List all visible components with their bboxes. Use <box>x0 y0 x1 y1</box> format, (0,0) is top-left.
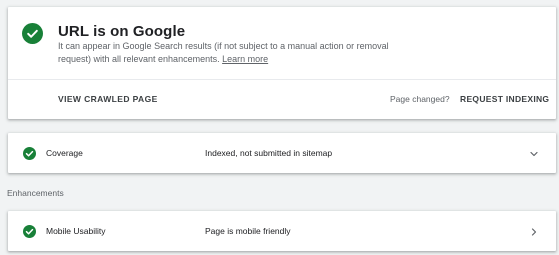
check-circle-icon <box>23 147 36 160</box>
learn-more-link[interactable]: Learn more <box>222 54 268 64</box>
chevron-down-icon[interactable] <box>528 147 540 159</box>
status-description: It can appear in Google Search results (… <box>58 40 418 66</box>
mobile-usability-row[interactable]: Mobile Usability Page is mobile friendly <box>8 211 556 251</box>
coverage-label: Coverage <box>46 148 83 158</box>
check-circle-icon <box>22 23 43 44</box>
request-indexing-button[interactable]: REQUEST INDEXING <box>460 94 549 104</box>
chevron-right-icon[interactable] <box>528 225 540 237</box>
view-crawled-page-button[interactable]: VIEW CRAWLED PAGE <box>58 94 158 104</box>
coverage-value: Indexed, not submitted in sitemap <box>205 148 333 158</box>
mobile-usability-value: Page is mobile friendly <box>205 226 291 236</box>
page-changed-label: Page changed? <box>390 94 450 104</box>
check-circle-icon <box>23 225 36 238</box>
url-status-card: URL is on Google It can appear in Google… <box>8 7 556 119</box>
enhancements-section-label: Enhancements <box>7 188 64 198</box>
card-divider <box>8 79 556 80</box>
coverage-row[interactable]: Coverage Indexed, not submitted in sitem… <box>8 133 556 173</box>
mobile-usability-label: Mobile Usability <box>46 226 106 236</box>
status-title: URL is on Google <box>58 23 186 40</box>
